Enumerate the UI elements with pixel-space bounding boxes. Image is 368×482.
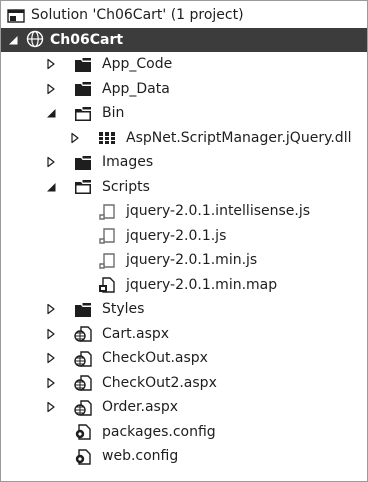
solution-label: Solution 'Ch06Cart' (1 project)	[31, 7, 244, 23]
map-file-icon	[98, 277, 116, 294]
tree-row-app-code[interactable]: App_Code	[1, 52, 367, 77]
tree-row-styles[interactable]: Styles	[1, 297, 367, 322]
tree-item-label: packages.config	[102, 423, 216, 440]
tree-item-label: Order.aspx	[102, 399, 178, 415]
folder-icon	[74, 81, 92, 98]
folder-icon	[74, 301, 92, 318]
tree-row-jquery-intellisense[interactable]: jquery-2.0.1.intellisense.js	[1, 199, 367, 224]
folder-icon	[74, 154, 92, 171]
tree-row-scripts[interactable]: Scripts	[1, 175, 367, 200]
expand-arrow-icon[interactable]	[45, 77, 57, 102]
aspx-file-icon	[74, 399, 92, 416]
collapse-arrow-icon[interactable]	[45, 175, 57, 200]
tree-item-label: AspNet.ScriptManager.jQuery.dll	[126, 129, 352, 146]
expand-arrow-icon[interactable]	[45, 52, 57, 77]
expand-arrow-icon[interactable]	[69, 126, 81, 151]
expand-arrow-icon[interactable]	[45, 346, 57, 371]
collapse-arrow-icon[interactable]	[45, 101, 57, 126]
tree-item-label: jquery-2.0.1.intellisense.js	[126, 203, 311, 219]
tree-item-label: Bin	[102, 105, 125, 121]
expand-arrow-icon[interactable]	[45, 371, 57, 396]
project-label: Ch06Cart	[50, 31, 124, 48]
tree-row-images[interactable]: Images	[1, 150, 367, 175]
assembly-icon	[98, 130, 116, 147]
tree-item-label: Cart.aspx	[102, 325, 170, 342]
tree-row-project[interactable]: Ch06Cart	[1, 27, 367, 53]
aspx-file-icon	[74, 350, 92, 367]
tree-item-label: Styles	[102, 301, 145, 317]
expand-arrow-icon[interactable]	[45, 322, 57, 347]
tree-row-checkout-aspx[interactable]: CheckOut.aspx	[1, 346, 367, 371]
tree-row-jquery-js[interactable]: jquery-2.0.1.js	[1, 224, 367, 249]
tree-row-packages-config[interactable]: packages.config	[1, 420, 367, 445]
tree-row-jquery-min-js[interactable]: jquery-2.0.1.min.js	[1, 248, 367, 273]
folder-icon	[74, 56, 92, 73]
js-file-icon	[98, 228, 116, 245]
js-file-icon	[98, 252, 116, 269]
tree-item-label: Scripts	[102, 178, 150, 195]
tree-item-label: CheckOut.aspx	[102, 350, 208, 366]
expand-arrow-icon[interactable]	[45, 395, 57, 420]
expand-arrow-icon[interactable]	[45, 150, 57, 175]
folder-open-icon	[74, 105, 92, 122]
tree-row-bin[interactable]: Bin	[1, 101, 367, 126]
tree-row-solution[interactable]: Solution 'Ch06Cart' (1 project)	[1, 3, 367, 28]
tree-row-app-data[interactable]: App_Data	[1, 77, 367, 102]
tree-item-label: App_Data	[102, 80, 170, 97]
tree-item-label: App_Code	[102, 56, 173, 72]
solution-explorer: Solution 'Ch06Cart' (1 project) Ch06Cart…	[0, 0, 368, 482]
tree-item-label: jquery-2.0.1.min.js	[126, 252, 258, 268]
tree-row-cart-aspx[interactable]: Cart.aspx	[1, 322, 367, 347]
aspx-file-icon	[74, 326, 92, 343]
tree-item-label: jquery-2.0.1.min.map	[126, 276, 278, 293]
tree-item-label: jquery-2.0.1.js	[126, 227, 227, 244]
tree-row-jquery-min-map[interactable]: jquery-2.0.1.min.map	[1, 273, 367, 298]
tree-row-order-aspx[interactable]: Order.aspx	[1, 395, 367, 420]
tree-item-label: web.config	[102, 448, 179, 464]
config-file-icon	[74, 448, 92, 465]
expand-arrow-icon[interactable]	[45, 297, 57, 322]
js-file-icon	[98, 203, 116, 220]
solution-tree: Solution 'Ch06Cart' (1 project) Ch06Cart…	[1, 3, 367, 469]
folder-open-icon	[74, 179, 92, 196]
tree-item-label: Images	[102, 154, 154, 170]
collapse-arrow-icon[interactable]	[7, 28, 19, 53]
tree-row-checkout2-aspx[interactable]: CheckOut2.aspx	[1, 371, 367, 396]
tree-item-label: CheckOut2.aspx	[102, 374, 217, 391]
config-file-icon	[74, 424, 92, 441]
globe-icon	[26, 31, 44, 48]
tree-row-scriptmanager-dll[interactable]: AspNet.ScriptManager.jQuery.dll	[1, 126, 367, 151]
tree-row-web-config[interactable]: web.config	[1, 444, 367, 469]
solution-icon	[7, 7, 25, 24]
aspx-file-icon	[74, 375, 92, 392]
